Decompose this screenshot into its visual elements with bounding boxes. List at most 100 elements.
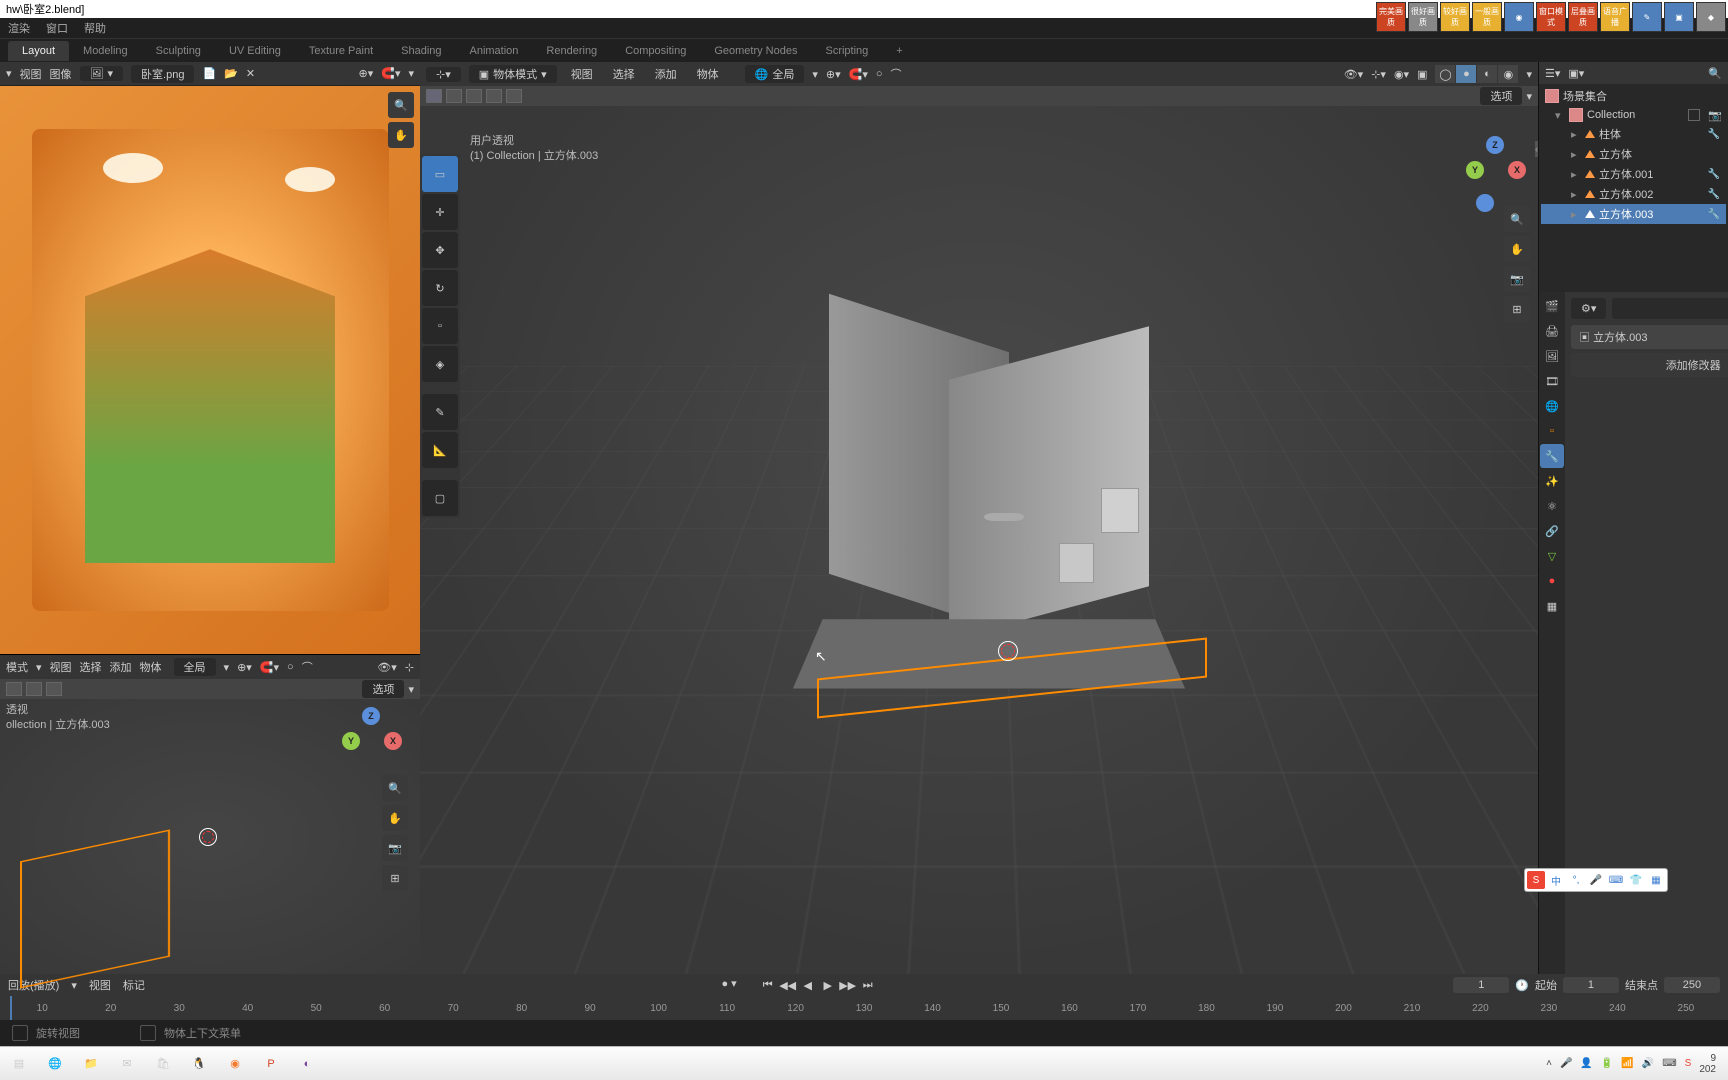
select-lasso-icon[interactable] xyxy=(446,89,462,103)
options-dropdown[interactable]: 选项 xyxy=(1480,87,1522,105)
outliner-type-icon[interactable]: ☰▾ xyxy=(1545,67,1560,80)
props-type-icon[interactable]: ⚙▾ xyxy=(1571,298,1606,319)
tab-physics[interactable]: ⚛ xyxy=(1540,494,1564,518)
ime-lang[interactable]: 中 xyxy=(1547,871,1565,889)
search-icon[interactable]: 🔍 xyxy=(1708,67,1722,80)
editor-type-icon[interactable]: ▾ xyxy=(6,67,12,80)
select-mode-4[interactable] xyxy=(486,89,502,103)
dropdown-icon[interactable]: ▾ xyxy=(408,67,414,80)
menu-select[interactable]: 选择 xyxy=(607,64,641,84)
tray-wifi-icon[interactable]: 📶 xyxy=(1621,1058,1633,1069)
pivot-icon[interactable]: ⊕▾ xyxy=(359,67,374,80)
edge-icon[interactable]: 🌐 xyxy=(40,1050,70,1078)
qq-icon[interactable]: 🐧 xyxy=(184,1050,214,1078)
sidebar-toggle[interactable]: ‹ xyxy=(1535,141,1538,157)
workspace-tab-scripting[interactable]: Scripting xyxy=(811,41,882,61)
move-tool[interactable]: ✥ xyxy=(422,232,458,268)
outliner-collection[interactable]: ▾ Collection 📷 xyxy=(1541,106,1726,124)
outliner-object-cube[interactable]: ▸ 立方体 xyxy=(1541,144,1726,164)
eclipse-icon[interactable]: ◐ xyxy=(292,1050,322,1078)
props-search[interactable] xyxy=(1612,298,1728,319)
camera-icon[interactable]: 📷 xyxy=(1504,266,1530,292)
scale-tool[interactable]: ▫ xyxy=(422,308,458,344)
ime-punct-icon[interactable]: °, xyxy=(1567,871,1585,889)
ime-logo-icon[interactable]: S xyxy=(1527,871,1545,889)
workspace-tab-compositing[interactable]: Compositing xyxy=(611,41,700,61)
nav-gizmo[interactable]: Z Y X xyxy=(342,707,402,767)
rotate-tool[interactable]: ↻ xyxy=(422,270,458,306)
tray-volume-icon[interactable]: 🔊 xyxy=(1642,1058,1654,1069)
annotate-tool[interactable]: ✎ xyxy=(422,394,458,430)
measure-tool[interactable]: 📐 xyxy=(422,432,458,468)
modifier-icon[interactable]: 🔧 xyxy=(1708,129,1720,140)
persp-icon[interactable]: ⊞ xyxy=(382,865,408,891)
wireframe-icon[interactable]: ◯ xyxy=(1435,65,1455,83)
workspace-tab-geonodes[interactable]: Geometry Nodes xyxy=(700,41,811,61)
unlink-icon[interactable]: ✕ xyxy=(246,67,255,80)
ime-toolbox-icon[interactable]: ▦ xyxy=(1647,871,1665,889)
store-icon[interactable]: 🛍 xyxy=(148,1050,178,1078)
mail-icon[interactable]: ✉ xyxy=(112,1050,142,1078)
tray-mic-icon[interactable]: 🎤 xyxy=(1560,1058,1572,1069)
pan-icon[interactable]: ✋ xyxy=(382,805,408,831)
tab-object[interactable]: ▫ xyxy=(1540,419,1564,443)
matprev-icon[interactable]: ◐ xyxy=(1477,65,1497,83)
xray-icon[interactable]: ▣ xyxy=(1417,68,1427,81)
tab-data[interactable]: ▽ xyxy=(1540,544,1564,568)
mode-selector[interactable]: ▣ 物体模式▾ xyxy=(469,65,557,83)
secondary-viewport-canvas[interactable]: 透视 ollection | 立方体.003 Z Y X 🔍 ✋ 📷 ⊞ xyxy=(0,699,420,974)
snap-icon[interactable]: 🧲▾ xyxy=(849,68,868,81)
outliner-object-cube002[interactable]: ▸ 立方体.002 🔧 xyxy=(1541,184,1726,204)
camera-icon[interactable]: 📷 xyxy=(382,835,408,861)
sync-icon[interactable]: 🕐 xyxy=(1515,979,1529,992)
pivot-icon[interactable]: ⊕▾ xyxy=(237,661,252,674)
gizmo-x-axis[interactable]: X xyxy=(1508,161,1526,179)
snap-icon[interactable]: 🧲▾ xyxy=(381,67,400,80)
gizmo-toggle-icon[interactable]: ⊹▾ xyxy=(1371,68,1386,81)
editor-type-icon[interactable]: ⊹▾ xyxy=(426,67,461,82)
menu-render[interactable]: 渲染 xyxy=(8,20,30,36)
workspace-add[interactable]: + xyxy=(882,41,916,61)
menu-view[interactable]: 视图 xyxy=(50,659,72,675)
gizmo-x-axis[interactable]: X xyxy=(384,732,402,750)
img-menu-view[interactable]: 视图 xyxy=(20,66,42,82)
collection-checkbox[interactable] xyxy=(1688,109,1700,121)
play-reverse-icon[interactable]: ◀ xyxy=(799,977,817,993)
tray-people-icon[interactable]: 👤 xyxy=(1580,1058,1592,1069)
cursor-tool[interactable]: ✛ xyxy=(422,194,458,230)
select-circle-icon[interactable] xyxy=(466,89,482,103)
gizmo-y-axis[interactable]: Y xyxy=(1466,161,1484,179)
select-mode-2[interactable] xyxy=(26,682,42,696)
tray-sogou-icon[interactable]: S xyxy=(1685,1058,1692,1069)
proportional-icon[interactable]: ○ xyxy=(287,661,294,673)
tab-constraints[interactable]: 🔗 xyxy=(1540,519,1564,543)
timeline-ruler[interactable]: 1020304050607080901001101201301401501601… xyxy=(0,996,1728,1020)
tray-ime-icon[interactable]: ⌨ xyxy=(1662,1058,1676,1069)
orientation-global[interactable]: 全局 xyxy=(174,658,216,676)
timeline-playhead[interactable] xyxy=(10,996,12,1020)
workspace-tab-texpaint[interactable]: Texture Paint xyxy=(295,41,387,61)
img-menu-image[interactable]: 图像 xyxy=(50,66,72,82)
render-icon[interactable]: 📷 xyxy=(1708,109,1722,122)
zoom-icon[interactable]: 🔍 xyxy=(388,92,414,118)
keyframe-next-icon[interactable]: ▶▶ xyxy=(839,977,857,993)
autokey-icon[interactable]: ● ▾ xyxy=(721,977,736,993)
pivot-icon[interactable]: ⊕▾ xyxy=(826,68,841,81)
tray-clock[interactable]: 9 202 xyxy=(1699,1053,1716,1075)
add-cube-tool[interactable]: ▢ xyxy=(422,480,458,516)
start-button[interactable]: ▤ xyxy=(4,1050,34,1078)
menu-help[interactable]: 帮助 xyxy=(84,20,106,36)
modifier-icon[interactable]: 🔧 xyxy=(1708,209,1720,220)
image-selector[interactable]: 🖼▾ xyxy=(80,66,124,81)
transform-tool[interactable]: ◈ xyxy=(422,346,458,382)
zoom-icon[interactable]: 🔍 xyxy=(1504,206,1530,232)
keyframe-prev-icon[interactable]: ◀◀ xyxy=(779,977,797,993)
gizmo-z-axis[interactable]: Z xyxy=(362,707,380,725)
gizmo-neg-axis[interactable] xyxy=(1476,194,1494,212)
new-icon[interactable]: 📄 xyxy=(202,67,216,80)
ime-keyboard-icon[interactable]: ⌨ xyxy=(1607,871,1625,889)
menu-select[interactable]: 选择 xyxy=(80,659,102,675)
options-dropdown[interactable]: 选项 xyxy=(362,680,404,698)
select-mode-3[interactable] xyxy=(46,682,62,696)
gizmo-icon[interactable]: ⊹ xyxy=(405,661,414,674)
